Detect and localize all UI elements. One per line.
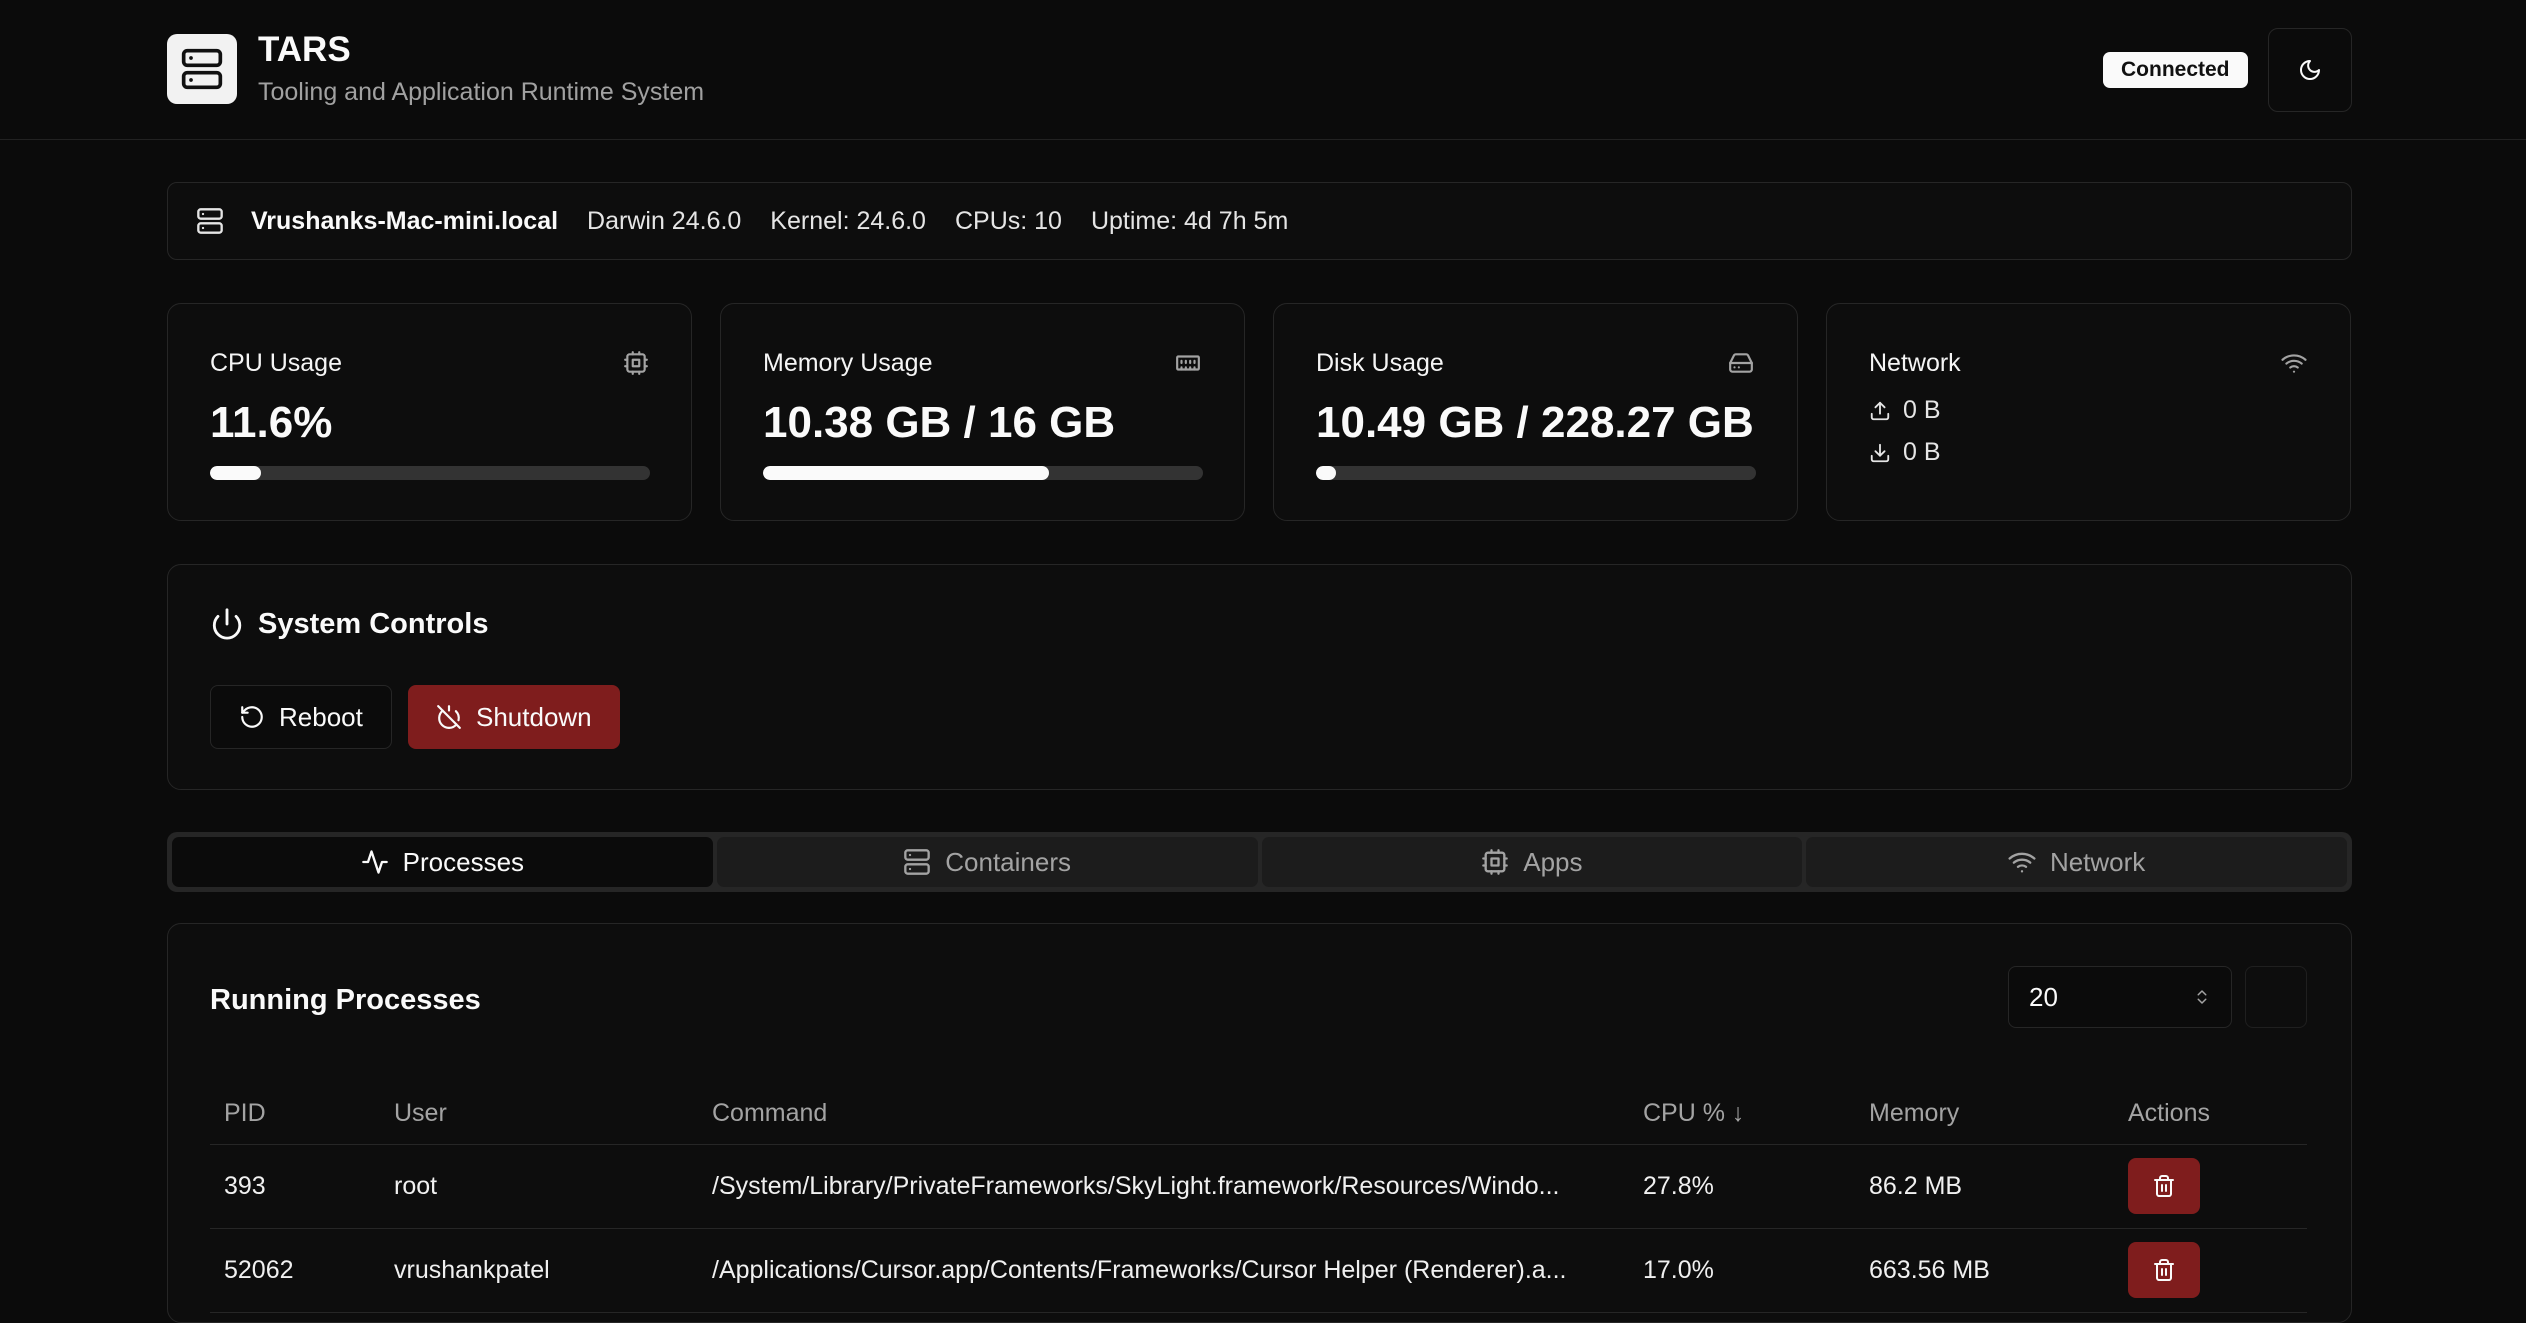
rotate-ccw-icon <box>241 706 263 728</box>
running-processes-title: Running Processes <box>210 984 481 1016</box>
process-user: root <box>380 1144 698 1229</box>
wifi-icon <box>2008 852 2036 873</box>
server-icon <box>904 849 931 875</box>
server-icon <box>197 208 223 234</box>
table-row: 52062 vrushankpatel /Applications/Cursor… <box>210 1228 2307 1313</box>
running-processes-card: Running Processes 20 PID User Command CP… <box>167 923 2352 1323</box>
upload-icon <box>1870 401 1890 420</box>
wifi-icon <box>2281 354 2307 373</box>
reboot-button[interactable]: Reboot <box>210 685 392 749</box>
process-pid: 393 <box>210 1144 380 1229</box>
system-controls-card: System Controls Reboot Shutdown <box>167 564 2352 790</box>
system-controls-heading: System Controls <box>210 607 488 641</box>
process-cpu: 27.8% <box>1629 1144 1855 1229</box>
process-memory: 86.2 MB <box>1855 1144 2114 1229</box>
memory-usage-bar <box>763 466 1203 480</box>
kernel-version: Kernel: 24.6.0 <box>770 206 926 235</box>
disk-usage-bar <box>1316 466 1756 480</box>
app-title: TARS <box>258 30 351 69</box>
shutdown-label: Shutdown <box>476 701 592 732</box>
process-user: vrushankpatel <box>380 1228 698 1313</box>
network-title: Network <box>1869 349 1961 377</box>
hard-drive-icon <box>1729 353 1753 373</box>
cpu-usage-value: 11.6% <box>210 398 333 447</box>
cpu-count: CPUs: 10 <box>954 206 1062 235</box>
network-upload-row: 0 B <box>1869 396 1941 425</box>
app-subtitle: Tooling and Application Runtime System <box>258 78 705 106</box>
trash-icon <box>2154 1175 2174 1197</box>
network-card: Network 0 B 0 B <box>1826 303 2351 521</box>
trash-icon <box>2154 1259 2174 1281</box>
tab-processes-label: Processes <box>402 846 525 877</box>
app-header: TARS Tooling and Application Runtime Sys… <box>0 0 2526 140</box>
tab-apps-label: Apps <box>1523 846 1583 877</box>
tab-containers[interactable]: Containers <box>716 837 1258 887</box>
tab-processes[interactable]: Processes <box>172 837 713 887</box>
kill-process-button[interactable] <box>2128 1158 2200 1214</box>
hostname: Vrushanks-Mac-mini.local <box>251 206 559 235</box>
main-tabs: Processes Containers Apps Network <box>167 832 2352 892</box>
cpu-usage-card: CPU Usage 11.6% <box>167 303 692 521</box>
tab-network[interactable]: Network <box>1806 837 2347 887</box>
connection-status-badge: Connected <box>2103 52 2248 88</box>
disk-usage-bar-fill <box>1316 466 1337 480</box>
tab-containers-label: Containers <box>945 846 1071 877</box>
process-command: /System/Library/PrivateFrameworks/SkyLig… <box>698 1144 1629 1229</box>
process-memory: 663.56 MB <box>1855 1228 2114 1313</box>
network-upload-value: 0 B <box>1903 396 1941 424</box>
memory-stick-icon <box>1176 355 1200 371</box>
memory-usage-value: 10.38 GB / 16 GB <box>763 398 1116 447</box>
cpu-icon <box>624 351 648 375</box>
process-limit-select[interactable]: 20 <box>2008 966 2232 1028</box>
shutdown-button[interactable]: Shutdown <box>408 685 620 749</box>
activity-icon <box>361 850 388 874</box>
process-limit-value: 20 <box>2029 981 2058 1012</box>
disk-usage-card: Disk Usage 10.49 GB / 228.27 GB <box>1273 303 1798 521</box>
moon-icon <box>2300 60 2320 80</box>
tab-apps[interactable]: Apps <box>1261 837 1803 887</box>
table-row: 393 root /System/Library/PrivateFramewor… <box>210 1144 2307 1229</box>
power-icon <box>212 608 242 640</box>
server-logo-icon <box>167 34 237 104</box>
column-header-actions: Actions <box>2114 1084 2307 1145</box>
column-header-memory[interactable]: Memory <box>1855 1084 2114 1145</box>
cpu-usage-title: CPU Usage <box>210 349 342 377</box>
process-actions <box>2114 1228 2307 1313</box>
column-header-pid[interactable]: PID <box>210 1084 380 1145</box>
cpu-icon <box>1482 849 1509 875</box>
chevrons-up-down-icon <box>2197 990 2207 1004</box>
process-actions <box>2114 1144 2307 1229</box>
system-controls-title: System Controls <box>258 607 489 640</box>
process-pid: 52062 <box>210 1228 380 1313</box>
column-header-user[interactable]: User <box>380 1084 698 1145</box>
memory-usage-bar-fill <box>763 466 1049 480</box>
cpu-usage-bar <box>210 466 650 480</box>
memory-usage-title: Memory Usage <box>763 349 933 377</box>
process-command: /Applications/Cursor.app/Contents/Framew… <box>698 1228 1629 1313</box>
tab-network-label: Network <box>2049 846 2146 877</box>
power-off-icon <box>437 705 461 729</box>
system-info-bar: Vrushanks-Mac-mini.local Darwin 24.6.0 K… <box>167 182 2352 260</box>
theme-toggle-button[interactable] <box>2268 28 2352 112</box>
process-table: PID User Command CPU % ↓ Memory Actions … <box>210 1084 2307 1313</box>
network-download-value: 0 B <box>1903 438 1941 466</box>
process-table-header: PID User Command CPU % ↓ Memory Actions <box>210 1084 2307 1145</box>
reboot-label: Reboot <box>279 701 363 732</box>
uptime: Uptime: 4d 7h 5m <box>1090 206 1289 235</box>
os-version: Darwin 24.6.0 <box>587 206 742 235</box>
kill-process-button[interactable] <box>2128 1242 2200 1298</box>
cpu-usage-bar-fill <box>210 466 262 480</box>
disk-usage-value: 10.49 GB / 228.27 GB <box>1316 398 1754 447</box>
network-download-row: 0 B <box>1869 438 1941 467</box>
column-header-command[interactable]: Command <box>698 1084 1629 1145</box>
process-cpu: 17.0% <box>1629 1228 1855 1313</box>
download-icon <box>1870 443 1890 462</box>
memory-usage-card: Memory Usage 10.38 GB / 16 GB <box>720 303 1245 521</box>
disk-usage-title: Disk Usage <box>1316 349 1444 377</box>
column-header-cpu[interactable]: CPU % ↓ <box>1629 1084 1855 1145</box>
refresh-button[interactable] <box>2245 966 2307 1028</box>
